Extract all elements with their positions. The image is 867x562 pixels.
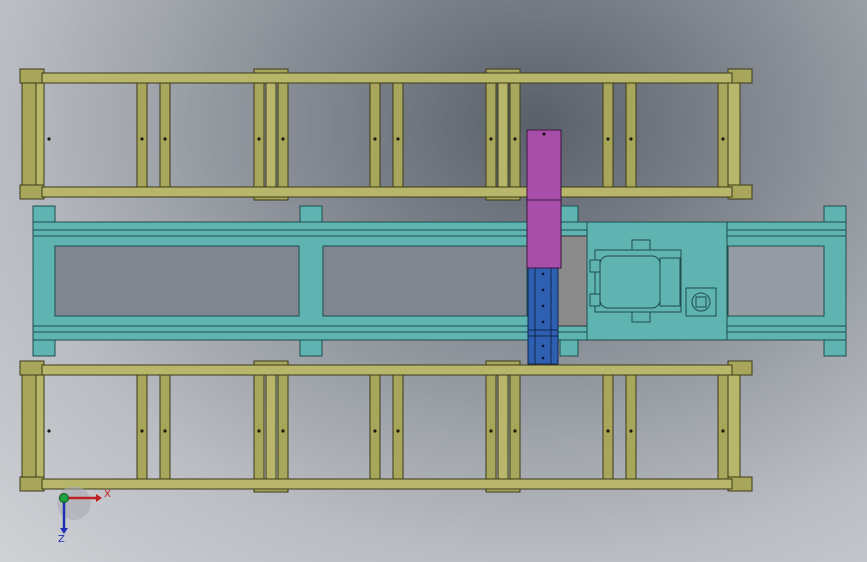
- cad-viewport[interactable]: X Z: [0, 0, 867, 562]
- x-axis-label: X: [104, 489, 111, 500]
- upper-rack-frame[interactable]: [19, 68, 753, 201]
- gear-icon[interactable]: [685, 287, 717, 317]
- lower-rack-frame[interactable]: [19, 360, 753, 493]
- assembly-scene[interactable]: X Z: [0, 0, 867, 562]
- linear-rail[interactable]: [527, 265, 559, 365]
- y-axis-origin: [59, 493, 69, 503]
- carriage-assembly[interactable]: [557, 221, 728, 341]
- lift-column[interactable]: [526, 129, 562, 269]
- orientation-triad[interactable]: X Z: [57, 486, 111, 545]
- triad-shadow: [57, 486, 91, 520]
- z-axis-label: Z: [58, 534, 65, 545]
